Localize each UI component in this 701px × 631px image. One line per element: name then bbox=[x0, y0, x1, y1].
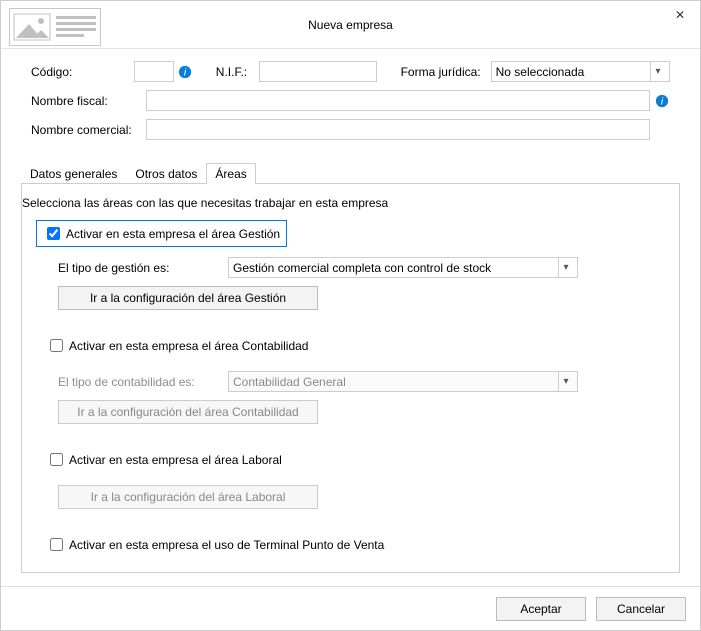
codigo-input[interactable] bbox=[134, 61, 174, 82]
areas-intro: Selecciona las áreas con las que necesit… bbox=[18, 196, 659, 210]
button-label: Ir a la configuración del área Laboral bbox=[91, 490, 286, 504]
chevron-down-icon: ▾ bbox=[559, 262, 573, 273]
tab-label: Áreas bbox=[215, 167, 246, 181]
contabilidad-tipo-value: Contabilidad General bbox=[233, 375, 346, 389]
nombre-fiscal-label: Nombre fiscal: bbox=[31, 94, 146, 108]
button-label: Ir a la configuración del área Contabili… bbox=[77, 405, 298, 419]
gestion-checkbox[interactable] bbox=[47, 227, 60, 240]
nif-input[interactable] bbox=[259, 61, 377, 82]
close-button[interactable]: ✕ bbox=[664, 1, 696, 29]
button-label: Ir a la configuración del área Gestión bbox=[90, 291, 286, 305]
accept-button[interactable]: Aceptar bbox=[496, 597, 586, 621]
cancel-button[interactable]: Cancelar bbox=[596, 597, 686, 621]
gestion-config-button[interactable]: Ir a la configuración del área Gestión bbox=[58, 286, 318, 310]
tab-bar: Datos generales Otros datos Áreas bbox=[21, 162, 680, 184]
area-tpv: Activar en esta empresa el uso de Termin… bbox=[22, 535, 669, 560]
tab-otros-datos[interactable]: Otros datos bbox=[126, 163, 206, 184]
dialog-header: Nueva empresa ✕ bbox=[1, 1, 700, 49]
close-icon: ✕ bbox=[675, 8, 685, 22]
button-label: Cancelar bbox=[617, 602, 665, 616]
info-icon[interactable]: i bbox=[178, 64, 192, 80]
contabilidad-checkbox-label: Activar en esta empresa el área Contabil… bbox=[69, 339, 308, 353]
dialog-window: Nueva empresa ✕ Código: i N.I.F.: Forma … bbox=[0, 0, 701, 631]
forma-juridica-select[interactable]: No seleccionada ▾ bbox=[491, 61, 670, 82]
tab-areas[interactable]: Áreas bbox=[206, 163, 255, 184]
chevron-down-icon: ▾ bbox=[559, 376, 573, 387]
nombre-comercial-input[interactable] bbox=[146, 119, 650, 140]
forma-juridica-label: Forma jurídica: bbox=[401, 65, 481, 79]
info-icon[interactable]: i bbox=[654, 93, 670, 109]
button-label: Aceptar bbox=[520, 602, 561, 616]
contabilidad-checkbox[interactable] bbox=[50, 339, 63, 352]
gestion-tipo-select[interactable]: Gestión comercial completa con control d… bbox=[228, 257, 578, 278]
forma-juridica-value: No seleccionada bbox=[496, 65, 585, 79]
area-laboral: Activar en esta empresa el área Laboral … bbox=[22, 450, 669, 509]
laboral-config-button: Ir a la configuración del área Laboral bbox=[58, 485, 318, 509]
dialog-footer: Aceptar Cancelar bbox=[1, 586, 700, 630]
tab-label: Otros datos bbox=[135, 167, 197, 181]
gestion-tipo-label: El tipo de gestión es: bbox=[58, 261, 228, 275]
tpv-checkbox[interactable] bbox=[50, 538, 63, 551]
codigo-label: Código: bbox=[31, 65, 134, 79]
gestion-highlight: Activar en esta empresa el área Gestión bbox=[36, 220, 287, 247]
tpv-checkbox-label: Activar en esta empresa el uso de Termin… bbox=[69, 538, 384, 552]
laboral-checkbox[interactable] bbox=[50, 453, 63, 466]
tab-datos-generales[interactable]: Datos generales bbox=[21, 163, 126, 184]
contabilidad-tipo-label: El tipo de contabilidad es: bbox=[58, 375, 228, 389]
tab-panel-areas: Selecciona las áreas con las que necesit… bbox=[21, 183, 680, 573]
dialog-body: Código: i N.I.F.: Forma jurídica: No sel… bbox=[1, 49, 700, 152]
gestion-tipo-value: Gestión comercial completa con control d… bbox=[233, 261, 491, 275]
header-placeholder-icon bbox=[9, 8, 101, 46]
nombre-fiscal-input[interactable] bbox=[146, 90, 650, 111]
contabilidad-tipo-select: Contabilidad General ▾ bbox=[228, 371, 578, 392]
gestion-checkbox-label: Activar en esta empresa el área Gestión bbox=[66, 227, 280, 241]
dialog-title: Nueva empresa bbox=[1, 18, 700, 32]
area-gestion: Activar en esta empresa el área Gestión … bbox=[22, 220, 669, 310]
contabilidad-config-button: Ir a la configuración del área Contabili… bbox=[58, 400, 318, 424]
area-contabilidad: Activar en esta empresa el área Contabil… bbox=[22, 336, 669, 424]
nombre-comercial-label: Nombre comercial: bbox=[31, 123, 146, 137]
laboral-checkbox-label: Activar en esta empresa el área Laboral bbox=[69, 453, 282, 467]
tab-label: Datos generales bbox=[30, 167, 117, 181]
nif-label: N.I.F.: bbox=[216, 65, 259, 79]
chevron-down-icon: ▾ bbox=[651, 66, 665, 77]
